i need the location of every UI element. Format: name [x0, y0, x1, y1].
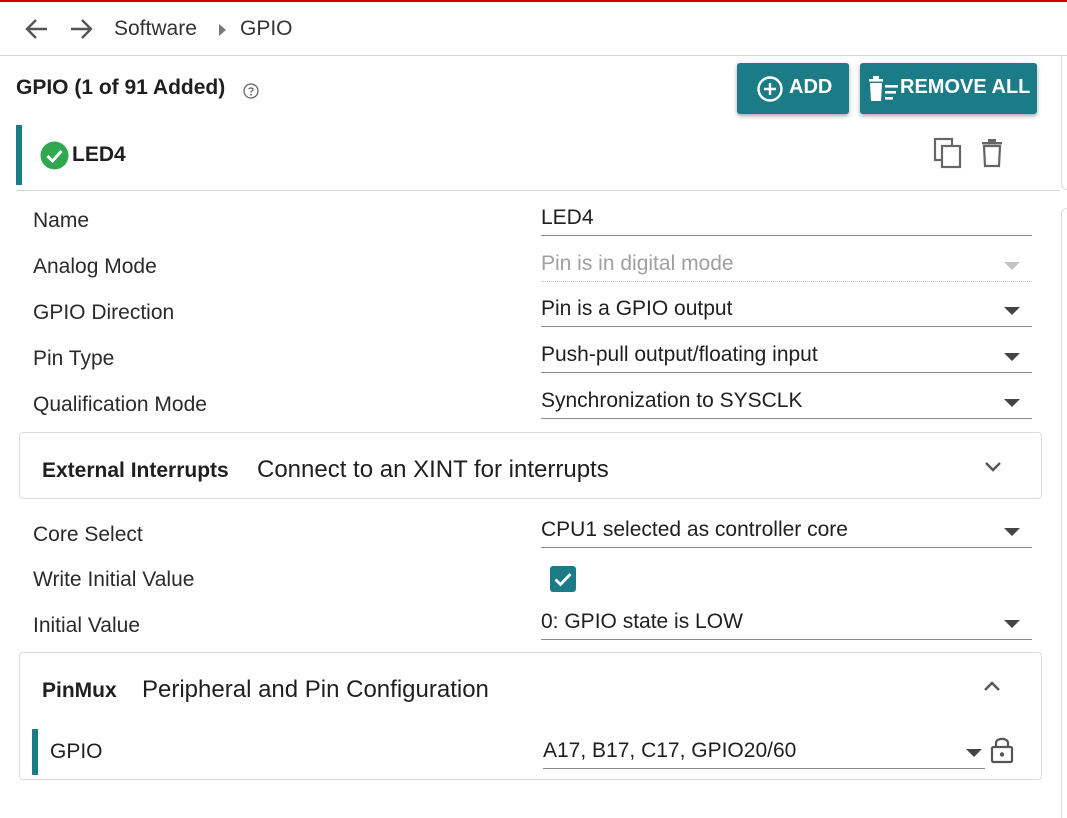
dropdown-arrow-icon [1004, 620, 1020, 628]
pin-type-select[interactable]: Push-pull output/floating input [541, 343, 1032, 373]
analog-mode-label: Analog Mode [33, 255, 157, 278]
remove-all-icon [869, 76, 898, 101]
analog-mode-value: Pin is in digital mode [541, 252, 734, 275]
pinmux-description: Peripheral and Pin Configuration [142, 676, 489, 703]
core-select-label: Core Select [33, 523, 143, 546]
name-label: Name [33, 209, 90, 232]
core-select-select[interactable]: CPU1 selected as controller core [541, 518, 1032, 548]
help-icon[interactable] [243, 83, 259, 99]
initial-value-value: 0: GPIO state is LOW [541, 610, 743, 633]
gpio-direction-label: GPIO Direction [33, 301, 175, 324]
checkmark-icon [554, 573, 572, 587]
item-accent-bar [16, 125, 22, 185]
copy-icon[interactable] [933, 137, 963, 169]
external-interrupts-panel[interactable]: External Interrupts Connect to an XINT f… [19, 432, 1042, 499]
write-initial-value-label: Write Initial Value [33, 568, 195, 591]
dropdown-arrow-icon [1004, 528, 1020, 536]
page-title: GPIO (1 of 91 Added) [16, 76, 226, 99]
remove-all-button-label: REMOVE ALL [900, 76, 1031, 98]
pinmux-row-accent-bar [32, 729, 38, 775]
breadcrumb-separator [219, 24, 226, 36]
dropdown-arrow-icon [1004, 262, 1020, 270]
external-interrupts-description: Connect to an XINT for interrupts [257, 456, 609, 483]
forward-arrow-icon [71, 19, 93, 39]
dropdown-arrow-icon [1004, 353, 1020, 361]
chevron-up-icon[interactable] [982, 679, 1002, 693]
pinmux-gpio-select[interactable]: A17, B17, C17, GPIO20/60 [543, 737, 985, 769]
pin-type-value: Push-pull output/floating input [541, 343, 818, 366]
side-panel-edge [1061, 56, 1067, 190]
qualification-mode-select[interactable]: Synchronization to SYSCLK [541, 389, 1032, 419]
trash-icon[interactable] [980, 138, 1004, 168]
analog-mode-select: Pin is in digital mode [541, 252, 1032, 282]
qualification-mode-label: Qualification Mode [33, 393, 207, 416]
gpio-direction-select[interactable]: Pin is a GPIO output [541, 297, 1032, 327]
side-panel-edge [1061, 208, 1067, 818]
item-name[interactable]: LED4 [72, 143, 126, 167]
initial-value-select[interactable]: 0: GPIO state is LOW [541, 610, 1032, 640]
breadcrumb-item-gpio: GPIO [240, 17, 293, 40]
check-circle-icon [40, 141, 69, 170]
qualification-mode-value: Synchronization to SYSCLK [541, 389, 803, 412]
external-interrupts-title: External Interrupts [42, 459, 229, 482]
pinmux-gpio-value: A17, B17, C17, GPIO20/60 [543, 739, 797, 762]
pin-type-label: Pin Type [33, 347, 115, 370]
breadcrumb-bar: Software GPIO [0, 2, 1067, 56]
lock-icon[interactable] [989, 734, 1015, 764]
remove-all-button[interactable]: REMOVE ALL [860, 63, 1037, 114]
gpio-direction-value: Pin is a GPIO output [541, 297, 733, 320]
initial-value-label: Initial Value [33, 614, 141, 637]
dropdown-arrow-icon [1004, 399, 1020, 407]
dropdown-arrow-icon [966, 749, 982, 757]
write-initial-value-checkbox[interactable] [550, 566, 576, 592]
pinmux-gpio-label: GPIO [50, 740, 103, 763]
chevron-down-icon[interactable] [983, 460, 1003, 474]
name-input-value: LED4 [541, 206, 594, 229]
item-divider [16, 190, 1060, 191]
back-arrow-icon [25, 19, 47, 39]
back-button[interactable] [22, 14, 52, 44]
add-button-label: ADD [789, 76, 833, 98]
breadcrumb-item-software[interactable]: Software [114, 17, 197, 41]
pinmux-panel: PinMux Peripheral and Pin Configuration … [19, 652, 1042, 780]
add-button[interactable]: ADD [737, 63, 849, 114]
forward-button[interactable] [66, 14, 96, 44]
add-circle-icon [757, 76, 783, 102]
pinmux-title: PinMux [42, 679, 117, 702]
core-select-value: CPU1 selected as controller core [541, 518, 848, 541]
name-input[interactable]: LED4 [541, 206, 1032, 236]
dropdown-arrow-icon [1004, 307, 1020, 315]
